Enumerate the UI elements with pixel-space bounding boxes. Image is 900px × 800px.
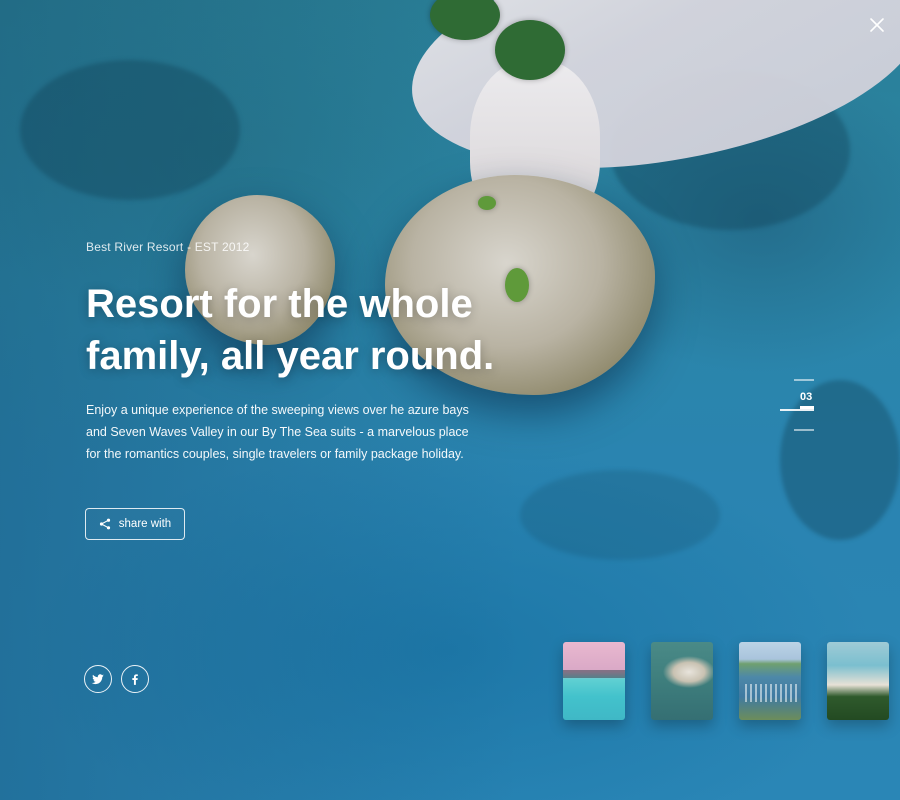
infinity-pool-thumbnail[interactable] bbox=[563, 642, 625, 720]
description-line: and Seven Waves Valley in our By The Sea… bbox=[86, 425, 469, 439]
active-slide-marker bbox=[800, 406, 814, 409]
facebook-button[interactable] bbox=[121, 665, 149, 693]
slide-indicator[interactable]: 03 bbox=[780, 376, 820, 436]
marina-thumbnail[interactable] bbox=[739, 642, 801, 720]
current-slide-number: 03 bbox=[800, 391, 813, 403]
close-icon bbox=[870, 18, 884, 32]
share-button[interactable]: share with bbox=[85, 508, 185, 540]
resort-tagline: Best River Resort - EST 2012 bbox=[86, 240, 250, 254]
twitter-button[interactable] bbox=[84, 665, 112, 693]
beach-palms-thumbnail[interactable] bbox=[827, 642, 889, 720]
twitter-icon bbox=[91, 674, 104, 685]
close-button[interactable] bbox=[868, 16, 886, 34]
active-slide-tick[interactable] bbox=[780, 409, 814, 411]
share-button-label: share with bbox=[118, 518, 172, 530]
facebook-icon bbox=[132, 674, 138, 685]
description-line: Enjoy a unique experience of the sweepin… bbox=[86, 403, 469, 417]
slide-tick[interactable] bbox=[794, 429, 814, 431]
slide-tick[interactable] bbox=[794, 379, 814, 381]
page-headline: Resort for the whole family, all year ro… bbox=[86, 278, 495, 382]
headline-line: Resort for the whole bbox=[86, 282, 473, 326]
share-icon bbox=[99, 518, 110, 530]
headline-line: family, all year round. bbox=[86, 334, 495, 378]
social-links bbox=[84, 665, 149, 693]
gallery-thumbnails bbox=[563, 642, 889, 720]
description-line: for the romantics couples, single travel… bbox=[86, 447, 464, 461]
hero-description: Enjoy a unique experience of the sweepin… bbox=[86, 399, 469, 465]
island-aerial-thumbnail[interactable] bbox=[651, 642, 713, 720]
